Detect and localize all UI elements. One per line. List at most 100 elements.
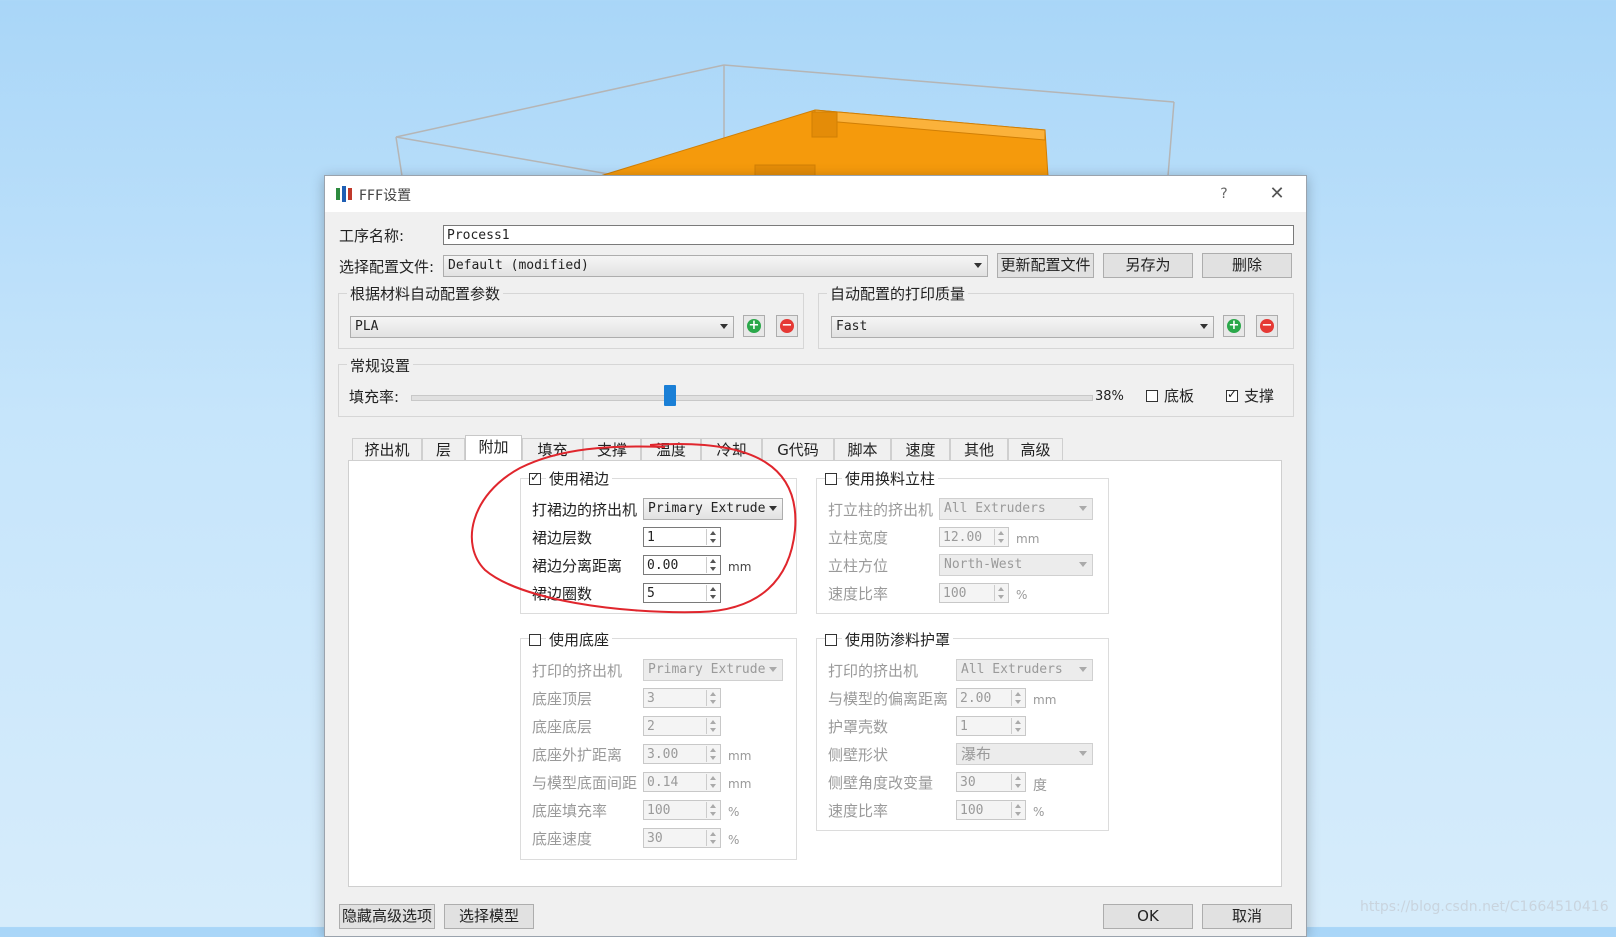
infill-label: 填充率:: [349, 388, 400, 406]
quality-select[interactable]: Fast: [831, 316, 1214, 338]
shield-offset-value: 2.00: [960, 691, 992, 706]
shield-shape-select[interactable]: 瀑布: [956, 743, 1093, 765]
spin-arrows-icon[interactable]: [706, 557, 719, 573]
raft-speed-unit: %: [728, 833, 740, 847]
pillar-extruder-value: All Extruders: [944, 501, 1046, 516]
tab-0[interactable]: 挤出机: [352, 438, 422, 461]
shield-angle-spinbox[interactable]: 30: [956, 772, 1026, 792]
tab-3[interactable]: 填充: [522, 438, 583, 461]
save-as-button[interactable]: 另存为: [1103, 253, 1193, 278]
spin-arrows-icon[interactable]: [706, 585, 719, 601]
spin-arrows-icon[interactable]: [1011, 774, 1024, 790]
plus-icon: +: [747, 318, 761, 333]
spin-arrows-icon[interactable]: [1011, 718, 1024, 734]
infill-slider-handle[interactable]: [664, 385, 676, 406]
infill-slider-track[interactable]: [411, 395, 1093, 401]
ooze-shield-checkbox[interactable]: [825, 634, 837, 646]
spin-arrows-icon[interactable]: [706, 746, 719, 762]
shield-angle-label: 侧壁角度改变量: [828, 774, 934, 792]
pillar-extruder-select[interactable]: All Extruders: [939, 498, 1093, 520]
skirt-checkbox[interactable]: [529, 470, 541, 485]
tab-11[interactable]: 高级: [1008, 438, 1063, 461]
spin-arrows-icon[interactable]: [706, 830, 719, 846]
ok-button[interactable]: OK: [1103, 904, 1193, 929]
raft-checkbox[interactable]: [1146, 390, 1158, 402]
raft-extruder-select[interactable]: Primary Extrude: [643, 659, 783, 681]
raft-speed-spinbox[interactable]: 30: [643, 828, 721, 848]
support-checkbox[interactable]: [1226, 387, 1238, 402]
spin-arrows-icon[interactable]: [994, 585, 1007, 601]
skirt-offset-spinbox[interactable]: 0.00: [643, 555, 721, 575]
add-material-button[interactable]: +: [743, 315, 765, 337]
skirt-layers-value: 1: [647, 530, 655, 545]
material-group-title: 根据材料自动配置参数: [347, 283, 504, 304]
pillar-location-select[interactable]: North-West: [939, 554, 1093, 576]
tab-10[interactable]: 其他: [950, 438, 1008, 461]
add-quality-button[interactable]: +: [1223, 315, 1245, 337]
tab-9[interactable]: 速度: [891, 438, 950, 461]
tab-8[interactable]: 脚本: [834, 438, 891, 461]
remove-material-button[interactable]: −: [776, 315, 798, 337]
skirt-extruder-select[interactable]: Primary Extrude: [643, 498, 783, 520]
skirt-offset-unit: mm: [728, 560, 752, 574]
raft-infill-label: 底座填充率: [532, 802, 608, 820]
tab-2[interactable]: 附加: [465, 435, 522, 461]
skirt-offset-value: 0.00: [647, 558, 679, 573]
close-icon[interactable]: ✕: [1262, 181, 1292, 207]
chevron-down-icon: [769, 667, 777, 672]
watermark: https://blog.csdn.net/C1664510416: [1360, 899, 1609, 915]
spin-arrows-icon[interactable]: [706, 718, 719, 734]
tab-7[interactable]: G代码: [762, 438, 834, 461]
shield-speed-spinbox[interactable]: 100: [956, 800, 1026, 820]
profile-select[interactable]: Default (modified): [443, 255, 988, 277]
spin-arrows-icon[interactable]: [706, 774, 719, 790]
update-profile-button[interactable]: 更新配置文件: [997, 253, 1094, 278]
delete-button[interactable]: 删除: [1202, 253, 1292, 278]
raft-infill-spinbox[interactable]: 100: [643, 800, 721, 820]
cancel-button[interactable]: 取消: [1202, 904, 1292, 929]
material-select[interactable]: PLA: [350, 316, 734, 338]
model-box: [599, 109, 1049, 177]
skirt-title: 使用裙边: [546, 468, 613, 489]
spin-arrows-icon[interactable]: [994, 529, 1007, 545]
quality-select-value: Fast: [836, 319, 868, 334]
raft-group-checkbox[interactable]: [529, 634, 541, 646]
raft-offset-value: 3.00: [647, 747, 679, 762]
shield-extruder-select[interactable]: All Extruders: [956, 659, 1093, 681]
skirt-layers-spinbox[interactable]: 1: [643, 527, 721, 547]
pillar-width-spinbox[interactable]: 12.00: [939, 527, 1009, 547]
pillar-speed-spinbox[interactable]: 100: [939, 583, 1009, 603]
skirt-outlines-spinbox[interactable]: 5: [643, 583, 721, 603]
raft-top-spinbox[interactable]: 3: [643, 688, 721, 708]
shield-offset-spinbox[interactable]: 2.00: [956, 688, 1026, 708]
shield-offset-unit: mm: [1033, 693, 1057, 707]
tab-5[interactable]: 温度: [641, 438, 701, 461]
spin-arrows-icon[interactable]: [1011, 802, 1024, 818]
tab-4[interactable]: 支撑: [583, 438, 641, 461]
process-name-input[interactable]: Process1: [443, 225, 1294, 245]
tab-panel-additions: [348, 460, 1282, 887]
spin-arrows-icon[interactable]: [706, 690, 719, 706]
hide-advanced-button[interactable]: 隐藏高级选项: [339, 904, 435, 929]
raft-offset-spinbox[interactable]: 3.00: [643, 744, 721, 764]
raft-base-spinbox[interactable]: 2: [643, 716, 721, 736]
select-models-button[interactable]: 选择模型: [444, 904, 534, 929]
raft-base-value: 2: [647, 719, 655, 734]
shield-speed-value: 100: [960, 803, 984, 818]
tab-1[interactable]: 层: [422, 438, 465, 461]
spin-arrows-icon[interactable]: [1011, 690, 1024, 706]
spin-arrows-icon[interactable]: [706, 529, 719, 545]
raft-sep-label: 与模型底面间距: [532, 774, 638, 792]
help-button[interactable]: ?: [1209, 181, 1239, 207]
remove-quality-button[interactable]: −: [1256, 315, 1278, 337]
prime-pillar-checkbox[interactable]: [825, 473, 837, 485]
shield-shape-value: 瀑布: [961, 745, 992, 763]
infill-value: 38%: [1095, 389, 1124, 404]
tab-6[interactable]: 冷却: [701, 438, 762, 461]
minus-icon: −: [780, 318, 794, 333]
raft-sep-spinbox[interactable]: 0.14: [643, 772, 721, 792]
pillar-width-label: 立柱宽度: [828, 529, 889, 547]
raft-top-label: 底座顶层: [532, 690, 593, 708]
spin-arrows-icon[interactable]: [706, 802, 719, 818]
shield-outlines-spinbox[interactable]: 1: [956, 716, 1026, 736]
